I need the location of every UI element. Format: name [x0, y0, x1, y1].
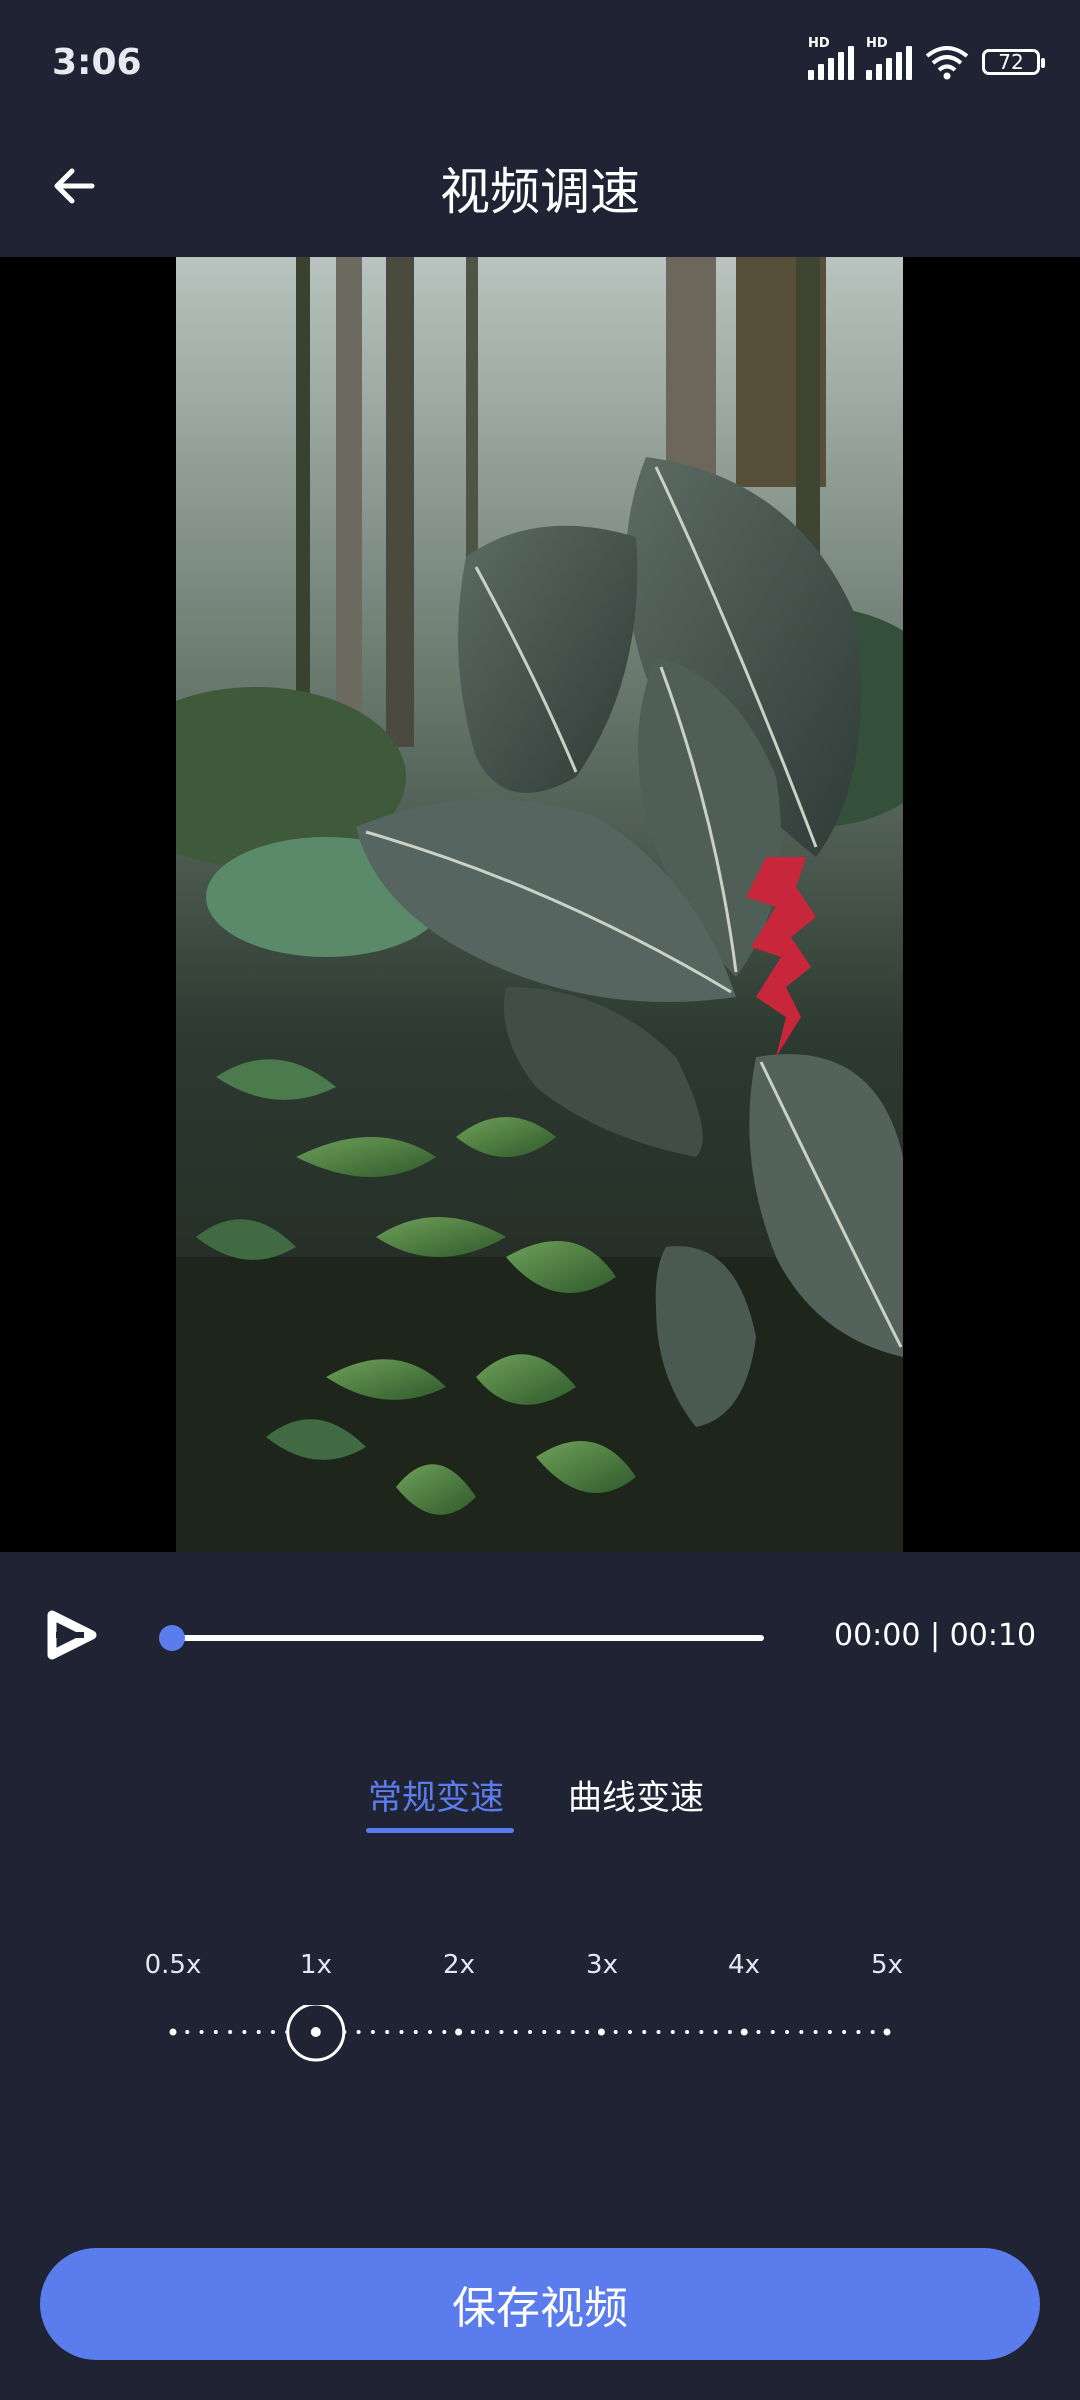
current-time: 00:00: [834, 1618, 921, 1653]
speed-label-0_5x[interactable]: 0.5x: [145, 1950, 202, 1980]
speed-tick-dot: [713, 2030, 718, 2034]
speed-tick-dot: [256, 2030, 261, 2034]
speed-tick-dot: [399, 2030, 404, 2034]
total-time: 00:10: [949, 1618, 1037, 1653]
speed-label-5x[interactable]: 5x: [871, 1950, 903, 1980]
speed-tick-dot: [528, 2030, 532, 2034]
speed-tick-dot: [785, 2030, 790, 2034]
tab-normal-speed[interactable]: 常规变速: [368, 1770, 504, 1819]
video-frame: [176, 257, 903, 1552]
app-header: 视频调速: [0, 130, 1080, 255]
speed-tick-dot: [856, 2030, 861, 2034]
speed-tick-dot: [870, 2030, 875, 2034]
speed-tick-dot: [642, 2030, 647, 2034]
time-display: 00:00 | 00:10: [834, 1618, 1036, 1653]
speed-tick-dot: [656, 2030, 661, 2034]
speed-slider-track[interactable]: [0, 2002, 1080, 2065]
status-icons: HD HD 72: [808, 36, 1045, 80]
speed-slider-knob-center: [310, 2027, 321, 2037]
speed-tick-major: [455, 2028, 463, 2036]
battery-level: 72: [998, 50, 1024, 74]
speed-tick-dot: [428, 2030, 433, 2034]
video-preview[interactable]: [0, 257, 1080, 1552]
network-type-label-2: HD: [866, 36, 888, 51]
speed-tick-dot: [413, 2030, 418, 2034]
progress-track[interactable]: [170, 1635, 764, 1641]
speed-labels: 0.5x 1x 2x 3x 4x 5x: [0, 1950, 1080, 2000]
signal-icon-2: HD: [866, 36, 912, 80]
signal-icon: HD: [808, 36, 854, 80]
speed-tick-dot: [499, 2030, 504, 2034]
battery-icon: 72: [982, 49, 1045, 75]
wifi-icon: [925, 46, 969, 80]
speed-tick-dot: [585, 2030, 590, 2034]
speed-tick-dot: [770, 2030, 775, 2034]
speed-tick-dot: [213, 2030, 218, 2034]
page-title: 视频调速: [440, 163, 640, 221]
player-controls: 00:00 | 00:10: [0, 1552, 1080, 1722]
speed-tick-dot: [827, 2030, 832, 2034]
speed-slider[interactable]: [0, 2002, 1080, 2065]
tab-curve-speed[interactable]: 曲线变速: [568, 1770, 704, 1819]
speed-tick-dot: [228, 2030, 233, 2034]
speed-tick-major: [740, 2028, 748, 2036]
speed-tick-dot: [185, 2030, 190, 2034]
speed-tick-dot: [513, 2030, 518, 2034]
speed-tick-dot: [799, 2030, 804, 2034]
speed-tick-major: [597, 2028, 605, 2036]
speed-tick-dot: [199, 2030, 204, 2034]
speed-label-1x[interactable]: 1x: [300, 1950, 332, 1980]
speed-label-2x[interactable]: 2x: [443, 1950, 475, 1980]
status-time: 3:06: [52, 42, 142, 83]
save-video-button[interactable]: 保存视频: [40, 2248, 1040, 2360]
speed-label-3x[interactable]: 3x: [586, 1950, 618, 1980]
speed-tick-dot: [370, 2030, 375, 2034]
speed-tick-dot: [485, 2030, 490, 2034]
play-button[interactable]: [44, 1607, 100, 1663]
speed-tick-dot: [685, 2030, 690, 2034]
speed-label-4x[interactable]: 4x: [728, 1950, 760, 1980]
tab-active-indicator: [366, 1828, 514, 1833]
speed-tick-dot: [470, 2030, 475, 2034]
network-type-label: HD: [808, 36, 830, 51]
speed-tick-major: [883, 2028, 891, 2036]
time-separator: |: [930, 1618, 950, 1653]
speed-tick-dot: [542, 2030, 547, 2034]
speed-tick-major: [169, 2028, 177, 2036]
speed-tick-dot: [613, 2030, 618, 2034]
speed-tick-dot: [627, 2030, 632, 2034]
speed-tick-dot: [813, 2030, 818, 2034]
speed-tick-dot: [699, 2030, 704, 2034]
speed-tick-dot: [242, 2030, 247, 2034]
speed-tick-dot: [842, 2030, 847, 2034]
speed-tick-dot: [570, 2030, 575, 2034]
progress-knob[interactable]: [159, 1625, 185, 1651]
speed-tick-dot: [270, 2030, 275, 2034]
speed-tick-dot: [756, 2030, 761, 2034]
speed-tick-dot: [442, 2030, 447, 2034]
status-bar: 3:06 HD HD 72: [0, 0, 1080, 130]
play-icon: [47, 1610, 97, 1660]
speed-tick-dot: [670, 2030, 675, 2034]
speed-tick-dot: [385, 2030, 390, 2034]
speed-mode-tabs: 常规变速 曲线变速: [0, 1760, 1080, 1840]
speed-tick-dot: [556, 2030, 561, 2034]
video-thumbnail-image: [176, 257, 903, 1552]
speed-tick-dot: [356, 2030, 361, 2034]
speed-tick-dot: [727, 2030, 732, 2034]
